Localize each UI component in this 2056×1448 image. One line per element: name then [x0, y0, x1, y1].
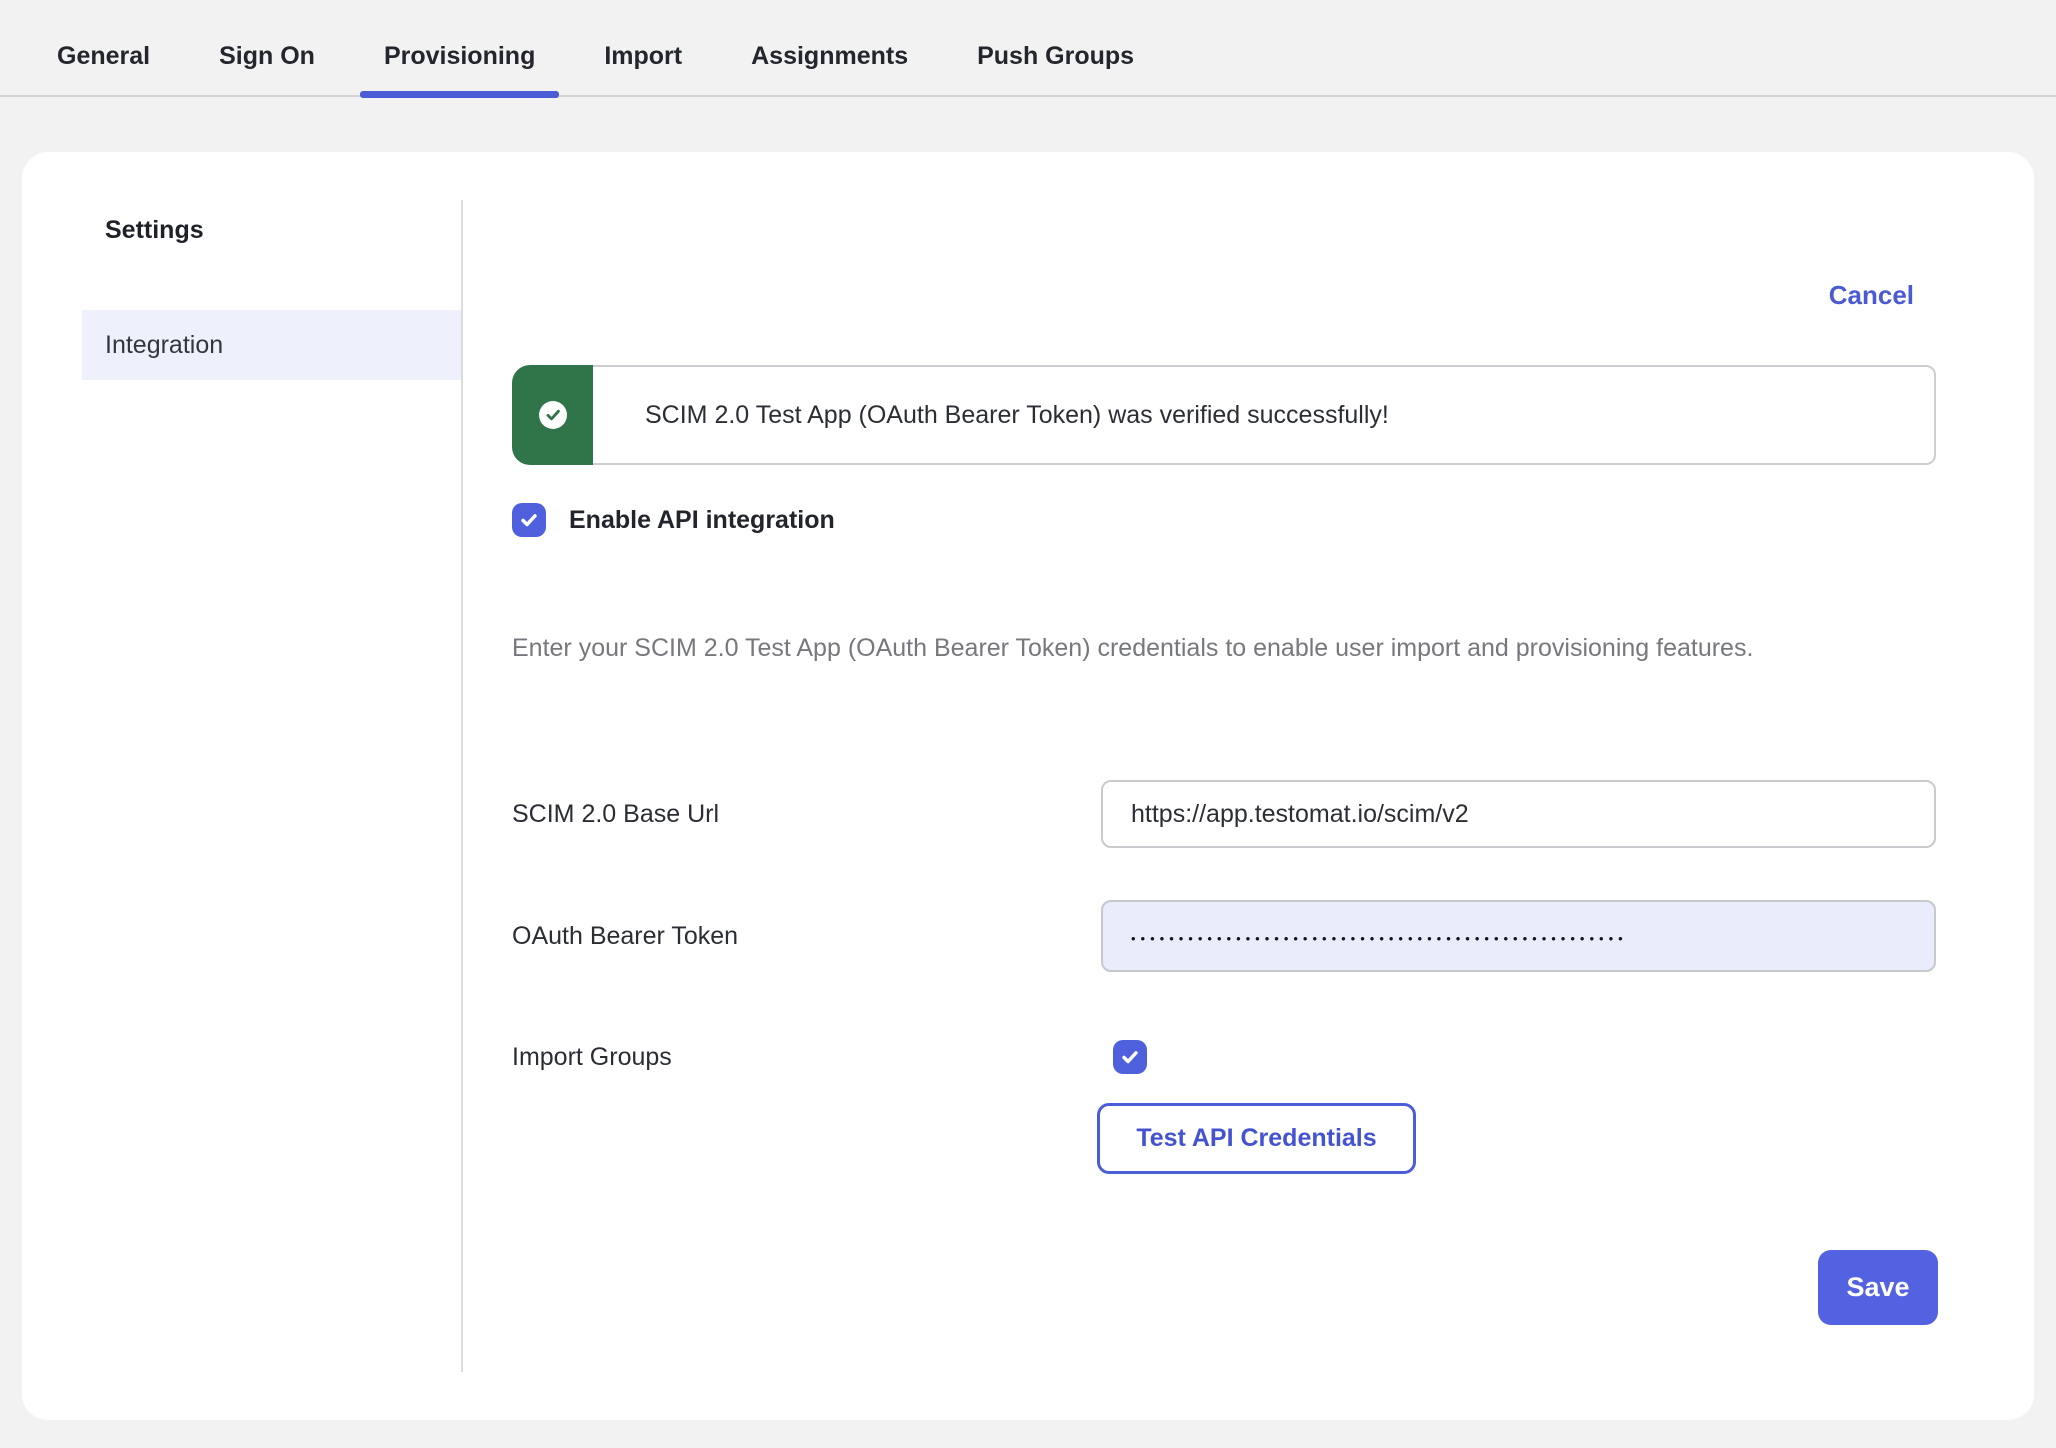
tab-assignments[interactable]: Assignments	[727, 17, 932, 96]
token-masked-value: ••••••••••••••••••••••••••••••••••••••••…	[1131, 931, 1628, 946]
settings-card: Settings Integration Cancel SCIM 2.0 Tes…	[22, 152, 2034, 1420]
sidebar-item-integration[interactable]: Integration	[82, 310, 461, 380]
success-banner-icon-block	[512, 365, 593, 465]
enable-api-row: Enable API integration	[512, 503, 835, 537]
check-circle-icon	[539, 401, 567, 429]
import-groups-label: Import Groups	[512, 1043, 1101, 1072]
token-label: OAuth Bearer Token	[512, 922, 1101, 951]
import-groups-checkbox[interactable]	[1113, 1040, 1147, 1074]
credentials-description: Enter your SCIM 2.0 Test App (OAuth Bear…	[512, 624, 1944, 672]
base-url-label: SCIM 2.0 Base Url	[512, 800, 1101, 829]
tab-sign-on[interactable]: Sign On	[195, 17, 339, 96]
token-row: OAuth Bearer Token •••••••••••••••••••••…	[512, 900, 1936, 972]
import-groups-checkbox-wrap	[1101, 1040, 1147, 1074]
base-url-value: https://app.testomat.io/scim/v2	[1131, 800, 1469, 829]
import-groups-row: Import Groups	[512, 1040, 1936, 1074]
test-api-credentials-button[interactable]: Test API Credentials	[1097, 1103, 1416, 1174]
sidebar: Settings Integration	[22, 200, 463, 1372]
sidebar-section-settings: Settings	[105, 216, 204, 245]
enable-api-label: Enable API integration	[569, 506, 835, 535]
success-banner-message: SCIM 2.0 Test App (OAuth Bearer Token) w…	[593, 365, 1936, 465]
tab-general[interactable]: General	[33, 17, 174, 96]
tab-provisioning[interactable]: Provisioning	[360, 17, 559, 96]
tab-push-groups[interactable]: Push Groups	[953, 17, 1158, 96]
cancel-link[interactable]: Cancel	[1829, 280, 1914, 311]
sidebar-item-label: Integration	[105, 331, 223, 360]
base-url-input[interactable]: https://app.testomat.io/scim/v2	[1101, 780, 1936, 848]
app-tab-bar: General Sign On Provisioning Import Assignme…	[0, 0, 2056, 97]
token-input[interactable]: ••••••••••••••••••••••••••••••••••••••••…	[1101, 900, 1936, 972]
save-button[interactable]: Save	[1818, 1250, 1938, 1325]
success-banner: SCIM 2.0 Test App (OAuth Bearer Token) w…	[512, 365, 1936, 465]
base-url-row: SCIM 2.0 Base Url https://app.testomat.i…	[512, 780, 1936, 848]
enable-api-checkbox[interactable]	[512, 503, 546, 537]
tab-import[interactable]: Import	[580, 17, 706, 96]
